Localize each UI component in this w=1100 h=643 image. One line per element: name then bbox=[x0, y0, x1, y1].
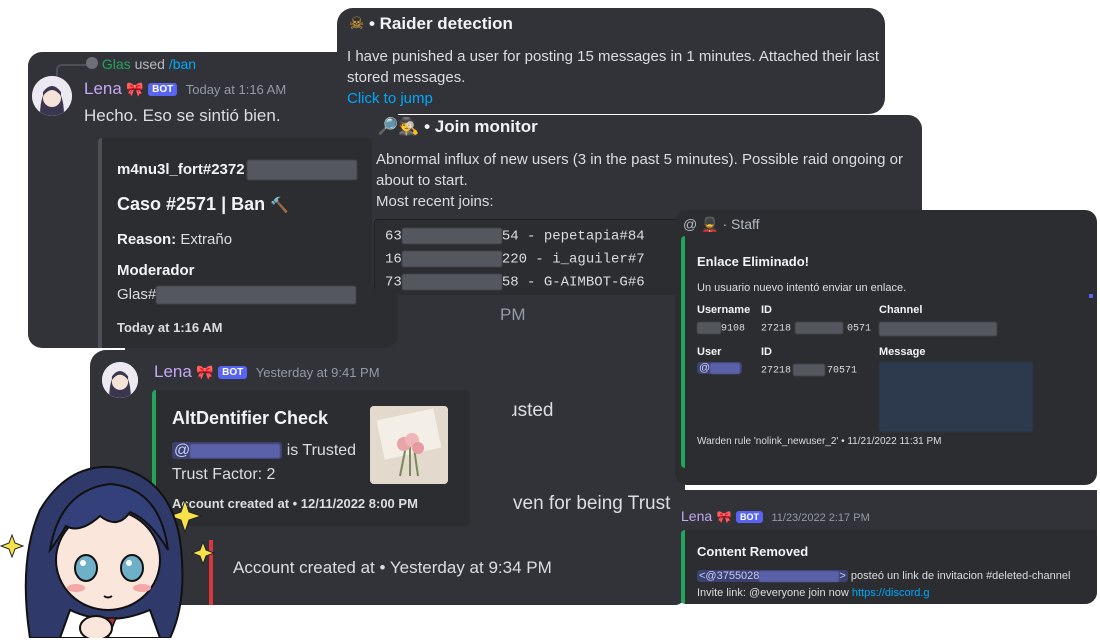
moderator-value: Glas# bbox=[117, 286, 357, 305]
timestamp: 11/23/2022 2:17 PM bbox=[771, 512, 870, 524]
hammer-icon: 🔨 bbox=[270, 197, 289, 214]
removed-embed: Content Removed <@3755028 > posteó un lin… bbox=[681, 530, 1097, 604]
skull-crossbones-icon: ☠ bbox=[349, 14, 365, 33]
moderator-label: Moderador bbox=[117, 262, 195, 279]
bot-badge: BOT bbox=[218, 366, 248, 380]
embed-footer: Today at 1:16 AM bbox=[117, 320, 223, 335]
username-header: Username bbox=[697, 304, 751, 316]
join-text-3: Most recent joins: bbox=[376, 193, 494, 210]
staff-embed: Enlace Eliminado! Un usuario nuevo inten… bbox=[681, 236, 1079, 468]
lena-avatar[interactable] bbox=[102, 362, 138, 398]
join-row: 73 58 - G-AIMBOT-G#6 bbox=[385, 274, 645, 291]
ban-embed: m4nu3l_fort#2372 Caso #2571 | Ban 🔨 Reas… bbox=[98, 138, 398, 348]
author-name[interactable]: Lena bbox=[84, 79, 122, 98]
message-value bbox=[879, 362, 1033, 432]
maid-emoji-icon: 🎀 bbox=[716, 510, 732, 524]
join-title: 🔎🕵 • Join monitor bbox=[377, 117, 538, 136]
raider-title: ☠ • Raider detection bbox=[349, 14, 513, 33]
user-mention[interactable]: @ bbox=[697, 362, 743, 374]
embed-user: m4nu3l_fort#2372 bbox=[117, 160, 357, 180]
author-name[interactable]: Lena bbox=[154, 362, 192, 381]
author-name[interactable]: Lena bbox=[681, 508, 712, 524]
user-header: User bbox=[697, 346, 722, 358]
invite-link[interactable]: https://discord.g bbox=[852, 587, 930, 599]
reason-row: Reason: Extraño bbox=[117, 231, 233, 248]
bot-badge: BOT bbox=[148, 83, 178, 97]
raider-text: I have punished a user for posting 15 me… bbox=[347, 48, 879, 86]
anime-mascot-icon bbox=[0, 450, 220, 641]
bot-badge: BOT bbox=[736, 510, 764, 523]
join-text-2: about to start. bbox=[376, 172, 468, 189]
join-row: 63 54 - pepetapia#84 bbox=[385, 228, 645, 245]
message-text: Hecho. Eso se sintió bien. bbox=[84, 106, 281, 125]
reply-preview: Glas used /ban bbox=[86, 56, 196, 72]
lena-avatar[interactable] bbox=[32, 76, 72, 116]
join-row: 16 220 - i_aguiler#7 bbox=[385, 251, 645, 268]
maid-emoji-icon: 🎀 bbox=[196, 364, 214, 380]
username-value: 9108 bbox=[697, 322, 745, 335]
staff-description: Un usuario nuevo intentó enviar un enlac… bbox=[697, 282, 907, 294]
id-header: ID bbox=[761, 304, 772, 316]
scroll-indicator[interactable] bbox=[1089, 294, 1093, 298]
author-line: Lena 🎀 BOT Yesterday at 9:41 PM bbox=[154, 362, 380, 382]
embed-case: Caso #2571 | Ban 🔨 bbox=[117, 194, 289, 214]
reply-command[interactable]: /ban bbox=[169, 56, 196, 72]
raider-detection-card: ☠ • Raider detection I have punished a u… bbox=[337, 8, 885, 114]
channel-header[interactable]: @ 💂 · Staff bbox=[683, 216, 760, 233]
timestamp: Yesterday at 9:41 PM bbox=[255, 365, 380, 380]
join-text-1: Abnormal influx of new users (3 in the p… bbox=[376, 151, 903, 168]
author-line: Lena 🎀 BOT Today at 1:16 AM bbox=[84, 79, 286, 99]
id-value: 27218 0571 bbox=[761, 322, 872, 335]
tulip-thumbnail[interactable] bbox=[370, 406, 448, 484]
message-header: Message bbox=[879, 346, 926, 358]
trust-fragment: ven for being Trust bbox=[513, 493, 671, 514]
alt-title: AltDentifier Check bbox=[172, 408, 329, 428]
reply-used: used bbox=[134, 56, 165, 72]
account-created-fragment: Account created at • Yesterday at 9:34 P… bbox=[233, 558, 552, 577]
pm-fragment: PM bbox=[500, 305, 526, 324]
timestamp: Today at 1:16 AM bbox=[185, 82, 287, 97]
staff-footer: Warden rule 'nolink_newuser_2' • 11/21/2… bbox=[697, 436, 942, 447]
jump-link[interactable]: Click to jump bbox=[347, 90, 433, 107]
guard-icon: 💂 bbox=[701, 216, 719, 232]
user-mention[interactable]: <@3755028 > bbox=[697, 570, 848, 582]
maid-emoji-icon: 🎀 bbox=[126, 81, 144, 97]
removed-text: <@3755028 > posteó un link de invitacion … bbox=[697, 570, 1071, 582]
reply-avatar-icon bbox=[86, 57, 98, 69]
channel-header-label: Channel bbox=[879, 304, 923, 316]
reply-user[interactable]: Glas bbox=[102, 56, 131, 72]
author-line: Lena 🎀 BOT 11/23/2022 2:17 PM bbox=[681, 508, 870, 526]
channel-value[interactable] bbox=[879, 320, 997, 338]
invite-row: Invite link: @everyone join now https://… bbox=[697, 587, 930, 599]
id2-header: ID bbox=[761, 346, 772, 358]
staff-title: Enlace Eliminado! bbox=[697, 254, 809, 269]
content-removed-card: Lena 🎀 BOT 11/23/2022 2:17 PM Content Re… bbox=[675, 490, 1097, 604]
id2-value: 27218 70571 bbox=[761, 364, 858, 377]
magnifier-spy-icon: 🔎🕵 bbox=[377, 117, 420, 136]
usted-fragment: usted bbox=[507, 400, 554, 421]
staff-warden-card: @ 💂 · Staff Enlace Eliminado! Un usuario… bbox=[675, 210, 1097, 485]
removed-title: Content Removed bbox=[697, 544, 809, 559]
